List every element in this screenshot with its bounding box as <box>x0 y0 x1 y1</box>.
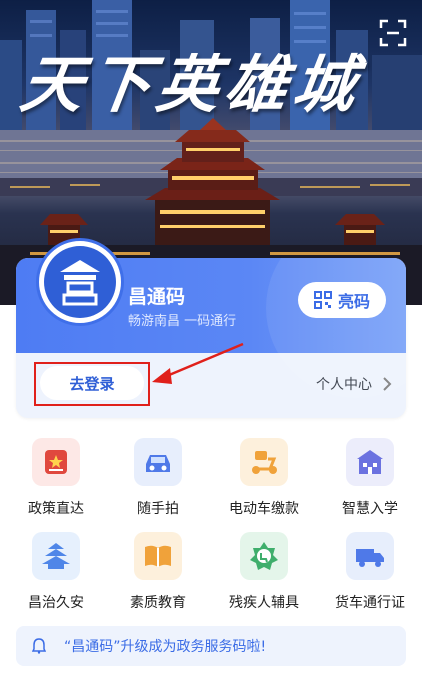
service-public-security[interactable]: 昌治久安 <box>6 532 106 622</box>
scan-icon[interactable] <box>378 18 408 48</box>
service-label: 昌治久安 <box>28 595 84 611</box>
card-subtitle: 畅游南昌 一码通行 <box>128 314 237 329</box>
chevron-right-icon <box>383 377 392 391</box>
service-smart-enrollment[interactable]: 智慧入学 <box>320 438 420 528</box>
service-label: 残疾人辅具 <box>229 595 299 611</box>
disability-icon <box>240 532 288 580</box>
service-label: 智慧入学 <box>342 501 398 517</box>
book-icon <box>134 532 182 580</box>
policy-icon <box>32 438 80 486</box>
scooter-icon <box>240 438 288 486</box>
notice-bar[interactable]: “昌通码”升级成为政务服务码啦! <box>16 626 406 666</box>
personal-center-link[interactable]: 个人中心 <box>316 374 392 394</box>
service-label: 货车通行证 <box>335 595 405 611</box>
changtong-logo <box>36 238 124 326</box>
login-highlight-box <box>34 362 150 406</box>
service-snapshot[interactable]: 随手拍 <box>108 438 208 528</box>
show-code-label: 亮码 <box>337 292 370 311</box>
service-label: 随手拍 <box>137 501 179 517</box>
school-icon <box>346 438 394 486</box>
pavilion-icon <box>32 532 80 580</box>
service-policy[interactable]: 政策直达 <box>6 438 106 528</box>
qr-code-icon <box>313 291 332 309</box>
service-label: 素质教育 <box>130 595 186 611</box>
service-label: 政策直达 <box>28 501 84 517</box>
changtong-logo-mark <box>60 260 100 306</box>
highlight-arrow-icon <box>152 342 244 384</box>
truck-icon <box>346 532 394 580</box>
card-title: 昌通码 <box>128 286 186 308</box>
service-ebike-payment[interactable]: 电动车缴款 <box>214 438 314 528</box>
service-truck-permit[interactable]: 货车通行证 <box>320 532 420 622</box>
service-quality-education[interactable]: 素质教育 <box>108 532 208 622</box>
car-icon <box>134 438 182 486</box>
bell-icon <box>32 638 46 654</box>
notice-text: “昌通码”升级成为政务服务码啦! <box>64 639 267 655</box>
service-disability-aids[interactable]: 残疾人辅具 <box>214 532 314 622</box>
service-label: 电动车缴款 <box>229 501 299 517</box>
show-code-button[interactable]: 亮码 <box>298 282 386 318</box>
hero-title: 天下英雄城 <box>16 48 367 121</box>
personal-center-label: 个人中心 <box>316 377 372 393</box>
